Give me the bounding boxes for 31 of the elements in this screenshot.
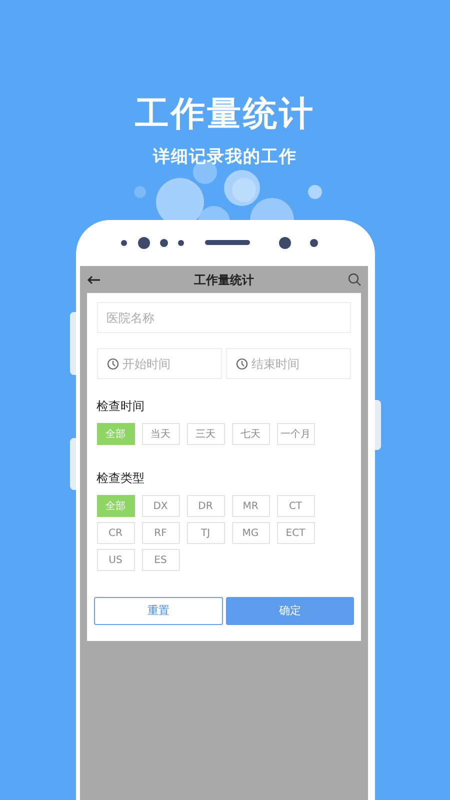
reset-button[interactable]: 重置 [94, 597, 223, 625]
start-time-field[interactable]: 开始时间 [96, 348, 222, 379]
search-icon[interactable] [348, 273, 360, 286]
end-time-field[interactable]: 结束时间 [226, 348, 350, 379]
section-label: 检查类型 [96, 470, 146, 487]
filter-chip[interactable]: MG [232, 522, 270, 544]
filter-chip[interactable]: RF [142, 522, 180, 544]
filter-chip[interactable]: TJ [186, 522, 224, 544]
filter-chip[interactable]: 当天 [142, 423, 180, 445]
confirm-button[interactable]: 确定 [226, 597, 354, 625]
filter-chip[interactable]: ES [142, 549, 180, 571]
app-bar-title: 工作量统计 [194, 272, 254, 288]
filter-chip[interactable]: US [96, 549, 134, 571]
filter-chip[interactable]: DX [142, 495, 180, 517]
section-label: 检查时间 [96, 398, 146, 415]
filter-chip[interactable]: DR [186, 495, 224, 517]
filter-chip[interactable]: MR [232, 495, 270, 517]
filter-chip[interactable]: ECT [276, 522, 314, 544]
back-arrow-icon[interactable] [86, 274, 100, 284]
filter-chip[interactable]: CT [276, 495, 314, 517]
subtitle: 详细记录我的工作 [153, 146, 297, 168]
filter-chip[interactable]: 三天 [186, 423, 224, 445]
filter-chip[interactable]: 一个月 [276, 423, 314, 445]
clock-icon [106, 358, 118, 370]
placeholder-text: 结束时间 [252, 356, 300, 372]
hospital-field[interactable]: 医院名称 [96, 302, 350, 333]
clock-icon [236, 358, 248, 370]
placeholder-text: 开始时间 [122, 356, 170, 372]
headline: 工作量统计 [135, 94, 315, 134]
filter-chip[interactable]: CR [96, 522, 134, 544]
filter-chip[interactable]: 七天 [232, 423, 270, 445]
